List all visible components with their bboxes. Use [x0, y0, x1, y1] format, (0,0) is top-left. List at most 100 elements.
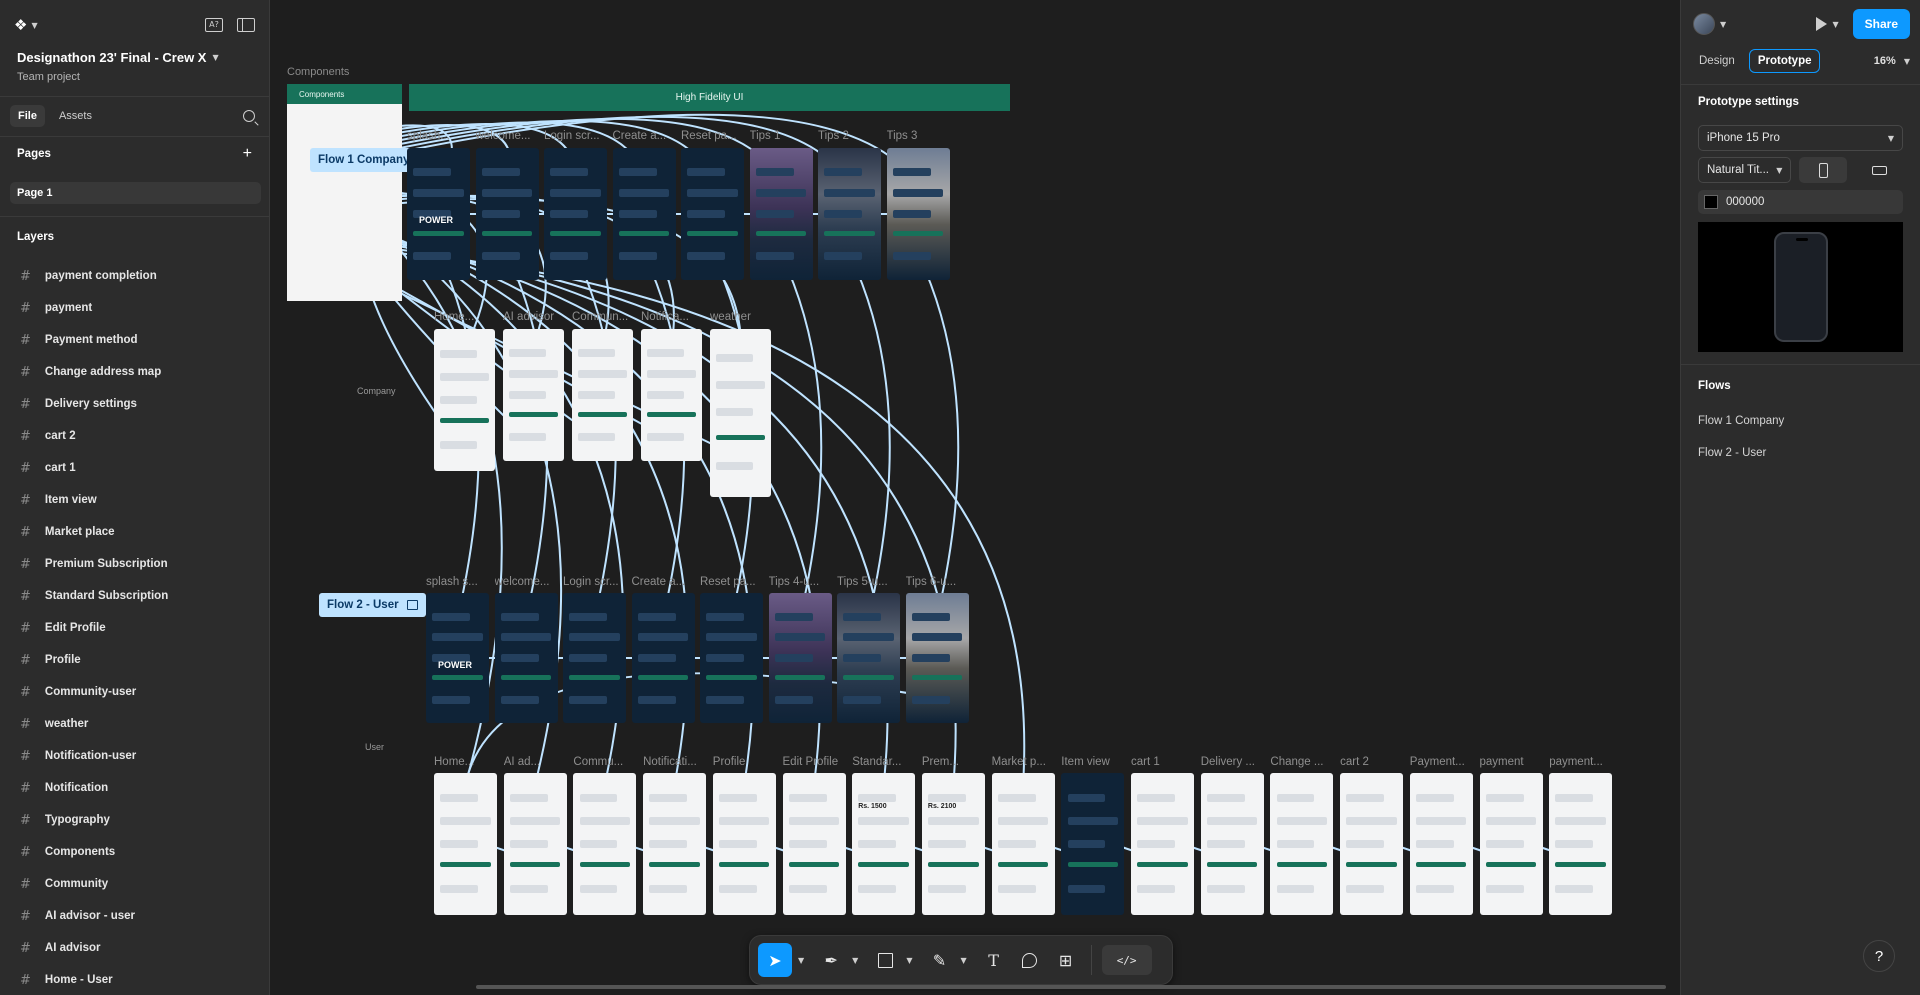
layer-item[interactable]: # cart 2	[0, 420, 269, 452]
layer-item[interactable]: # cart 1	[0, 452, 269, 484]
frame-title[interactable]: Delivery ...	[1201, 756, 1265, 768]
frame-title[interactable]: Commu...	[573, 756, 637, 768]
color-swatch[interactable]	[1704, 195, 1718, 209]
screen-frame[interactable]	[572, 329, 633, 461]
frame-title[interactable]: Tips 1	[750, 130, 814, 142]
chevron-down-icon[interactable]: ▼	[852, 956, 858, 965]
frame-title[interactable]: splash...	[407, 130, 471, 142]
frame-title[interactable]: Create a...	[632, 576, 696, 588]
frame-title[interactable]: Tips 3	[887, 130, 951, 142]
screen-frame[interactable]	[681, 148, 744, 280]
frame-title[interactable]: Reset pa...	[681, 130, 745, 142]
layer-item[interactable]: # Payment method	[0, 324, 269, 356]
chevron-down-icon[interactable]: ▼	[1720, 20, 1726, 29]
pen-tool-icon[interactable]: ✒	[816, 943, 846, 977]
screen-frame[interactable]	[503, 329, 564, 461]
tab-prototype[interactable]: Prototype	[1748, 49, 1821, 73]
chevron-down-icon[interactable]: ▼	[798, 956, 804, 965]
screen-frame[interactable]	[886, 148, 950, 280]
screen-frame[interactable]	[852, 773, 916, 915]
screen-frame[interactable]	[643, 773, 707, 915]
layer-item[interactable]: # Profile	[0, 644, 269, 676]
layer-item[interactable]: # AI advisor	[0, 932, 269, 964]
text-tool-icon[interactable]: T	[979, 943, 1009, 977]
screen-frame[interactable]	[1409, 773, 1473, 915]
figma-menu-button[interactable]: ❖ ▼	[14, 16, 44, 34]
screen-frame[interactable]	[768, 593, 832, 723]
layer-item[interactable]: # Edit Profile	[0, 612, 269, 644]
frame-title[interactable]: Market p...	[992, 756, 1056, 768]
layer-item[interactable]: # Components	[0, 836, 269, 868]
tab-assets[interactable]: Assets	[51, 105, 100, 127]
frame-title[interactable]: Tips 4-u...	[769, 576, 833, 588]
screen-frame[interactable]	[905, 593, 969, 723]
screen-frame[interactable]	[782, 773, 846, 915]
layer-item[interactable]: # payment completion	[0, 260, 269, 292]
layer-item[interactable]: # Typography	[0, 804, 269, 836]
connection-line[interactable]	[917, 253, 960, 619]
frame-title[interactable]: welcome...	[495, 576, 559, 588]
frame-title[interactable]: payment	[1480, 756, 1544, 768]
panel-toggle-icon[interactable]	[237, 18, 255, 32]
screen-frame[interactable]	[712, 773, 776, 915]
layer-item[interactable]: # Premium Subscription	[0, 548, 269, 580]
screen-frame[interactable]	[434, 329, 495, 471]
frame-title[interactable]: Home...	[434, 756, 498, 768]
screen-frame[interactable]	[837, 593, 900, 723]
frame-title[interactable]: Login scr...	[563, 576, 627, 588]
screen-frame[interactable]	[612, 148, 676, 280]
frame-title[interactable]: Home...	[434, 311, 498, 323]
horizontal-scrollbar[interactable]	[476, 985, 1666, 989]
frame-title[interactable]: Item view	[1061, 756, 1125, 768]
screen-frame[interactable]	[503, 773, 567, 915]
tab-file[interactable]: File	[10, 105, 45, 127]
screen-frame[interactable]	[407, 148, 470, 280]
screen-frame[interactable]	[573, 773, 637, 915]
layer-item[interactable]: # Market place	[0, 516, 269, 548]
frame-title[interactable]: Change ...	[1270, 756, 1334, 768]
chevron-down-icon[interactable]: ▼	[1832, 20, 1838, 29]
screen-frame[interactable]	[631, 593, 695, 723]
screen-frame[interactable]	[544, 148, 607, 280]
screen-frame[interactable]	[1061, 773, 1125, 915]
frame-tool-icon[interactable]	[870, 943, 900, 977]
flow-item[interactable]: Flow 1 Company	[1681, 405, 1920, 437]
device-select[interactable]: iPhone 15 Pro ▼	[1698, 125, 1903, 151]
tab-design[interactable]: Design	[1691, 50, 1743, 72]
portrait-button[interactable]	[1799, 157, 1848, 183]
avatar[interactable]	[1693, 13, 1715, 35]
search-button[interactable]	[243, 110, 255, 122]
screen-frame[interactable]	[710, 329, 771, 497]
layer-item[interactable]: # AI advisor - user	[0, 900, 269, 932]
frame-title[interactable]: Notificati...	[643, 756, 707, 768]
screen-frame[interactable]	[991, 773, 1055, 915]
connection-line[interactable]	[848, 253, 891, 619]
frame-title[interactable]: Edit Profile	[783, 756, 847, 768]
layer-item[interactable]: # payment	[0, 292, 269, 324]
frame-title[interactable]: Reset pa...	[700, 576, 764, 588]
screen-frame[interactable]	[563, 593, 626, 723]
move-tool-icon[interactable]: ➤	[758, 943, 792, 977]
layer-item[interactable]: # Item view	[0, 484, 269, 516]
background-color-field[interactable]: 000000	[1698, 190, 1903, 214]
frame-title[interactable]: cart 2	[1340, 756, 1404, 768]
frame-title[interactable]: Payment...	[1410, 756, 1474, 768]
layer-item[interactable]: # Change address map	[0, 356, 269, 388]
frame-title[interactable]: Notifica...	[641, 311, 705, 323]
layer-item[interactable]: # Community-user	[0, 676, 269, 708]
design-canvas[interactable]: Components Components High Fidelity UI F…	[271, 0, 1679, 995]
flow-item[interactable]: Flow 2 - User	[1681, 437, 1920, 469]
frame-title[interactable]: payment...	[1549, 756, 1613, 768]
frame-title[interactable]: Commun...	[572, 311, 636, 323]
frame-title[interactable]: Standar...	[852, 756, 916, 768]
components-sheet[interactable]	[287, 104, 402, 301]
frame-title[interactable]: Login scr...	[544, 130, 608, 142]
chevron-down-icon[interactable]: ▼	[906, 956, 912, 965]
frame-title[interactable]: welcome...	[476, 130, 540, 142]
components-icon[interactable]: ⊞	[1051, 943, 1081, 977]
landscape-button[interactable]	[1855, 157, 1903, 183]
screen-frame[interactable]	[641, 329, 702, 461]
frame-title[interactable]: Tips 2	[818, 130, 882, 142]
model-select[interactable]: Natural Tit... ▼	[1698, 157, 1792, 183]
screen-frame[interactable]	[1200, 773, 1264, 915]
